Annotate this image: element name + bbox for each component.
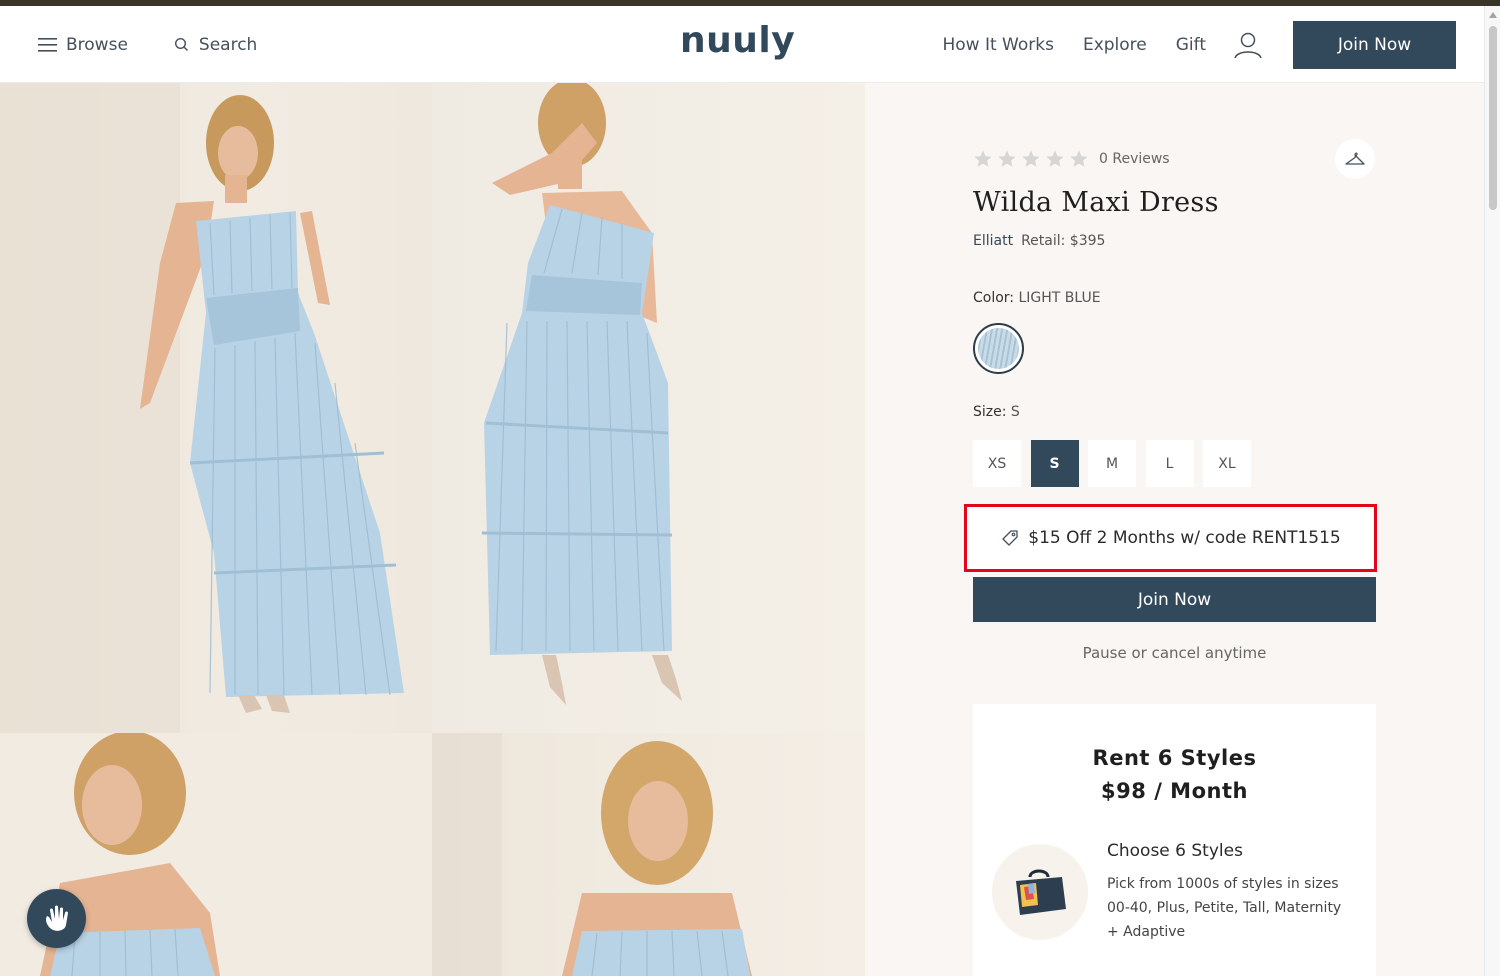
product-title: Wilda Maxi Dress <box>973 187 1219 218</box>
brand-link[interactable]: Elliatt <box>973 233 1013 249</box>
pause-note: Pause or cancel anytime <box>1082 644 1267 662</box>
size-value: S <box>1010 404 1020 420</box>
promo-banner: $15 Off 2 Months w/ code RENT1515 <box>964 504 1377 572</box>
promo-text: $15 Off 2 Months w/ code RENT1515 <box>1028 528 1341 548</box>
site-header: Browse Search nuuly How It Works Explore… <box>0 6 1484 83</box>
search-button[interactable]: Search <box>174 35 257 55</box>
size-row: Size: S <box>973 404 1376 420</box>
star-icon <box>974 150 992 167</box>
size-option-s[interactable]: S <box>1030 440 1079 487</box>
product-details-panel: 0 Reviews Wilda Maxi Dress Elliatt Retail… <box>865 83 1484 976</box>
product-photo-back[interactable] <box>432 83 865 733</box>
size-selector: XS S M L XL <box>973 440 1261 487</box>
plan-card: Rent 6 Styles $98 / Month Choose 6 Style… <box>973 704 1376 976</box>
color-row: Color: LIGHT BLUE <box>973 290 1376 306</box>
size-option-m[interactable]: M <box>1088 440 1136 487</box>
step-title: Choose 6 Styles <box>1107 841 1243 861</box>
plan-title-line1: Rent 6 Styles <box>1092 746 1257 770</box>
nav-gift[interactable]: Gift <box>1176 35 1206 55</box>
star-icon <box>1070 150 1088 167</box>
color-label: Color: <box>973 290 1015 306</box>
plan-price: $98 / Month <box>1101 779 1248 803</box>
step-description: Pick from 1000s of styles in sizes 00-40… <box>1107 876 1342 940</box>
header-left: Browse Search <box>38 6 257 83</box>
search-label: Search <box>198 34 258 55</box>
garment-bag-icon <box>1016 869 1066 915</box>
add-to-closet-button[interactable] <box>1335 139 1375 179</box>
product-photo-front[interactable] <box>0 83 432 733</box>
nuuly-logo[interactable]: nuuly <box>680 20 795 61</box>
brand-row: Elliatt Retail: $395 <box>973 233 1376 249</box>
hamburger-icon <box>38 37 57 52</box>
size-option-l[interactable]: L <box>1145 440 1194 487</box>
search-icon <box>174 37 188 51</box>
page-scrollbar[interactable] <box>1484 6 1500 976</box>
accessibility-button[interactable] <box>27 889 86 948</box>
join-now-button[interactable]: Join Now <box>973 577 1376 622</box>
star-icon <box>1046 150 1064 167</box>
scroll-up-arrow[interactable] <box>1489 12 1497 18</box>
reviews-count[interactable]: 0 Reviews <box>1099 151 1170 167</box>
browse-button[interactable]: Browse <box>38 35 128 55</box>
rating-stars[interactable] <box>973 149 1093 169</box>
star-icon <box>998 150 1016 167</box>
waving-hand-icon <box>45 905 68 931</box>
tag-icon <box>1002 530 1018 546</box>
swatch-fabric <box>978 328 1019 369</box>
size-label: Size: <box>973 404 1007 420</box>
scroll-thumb[interactable] <box>1489 26 1497 210</box>
product-photo-closeup-right[interactable] <box>432 733 865 976</box>
header-join-button[interactable]: Join Now <box>1293 21 1456 69</box>
plan-title: Rent 6 Styles $98 / Month <box>973 742 1376 808</box>
bag-illustration <box>992 844 1088 940</box>
retail-price: Retail: $395 <box>1021 233 1106 249</box>
browse-label: Browse <box>66 34 128 55</box>
size-option-xl[interactable]: XL <box>1203 440 1251 487</box>
nav-how-it-works[interactable]: How It Works <box>942 35 1053 55</box>
header-right: How It Works Explore Gift Join Now <box>942 21 1456 69</box>
rating-row: 0 Reviews <box>973 147 1376 171</box>
nav-explore[interactable]: Explore <box>1083 35 1147 55</box>
size-option-xs[interactable]: XS <box>973 440 1021 487</box>
hanger-icon <box>1345 152 1365 165</box>
product-gallery <box>0 83 865 976</box>
account-icon[interactable] <box>1233 31 1263 59</box>
color-swatch-light-blue[interactable] <box>973 323 1024 374</box>
star-icon <box>1022 150 1040 167</box>
color-value: LIGHT BLUE <box>1018 290 1101 306</box>
